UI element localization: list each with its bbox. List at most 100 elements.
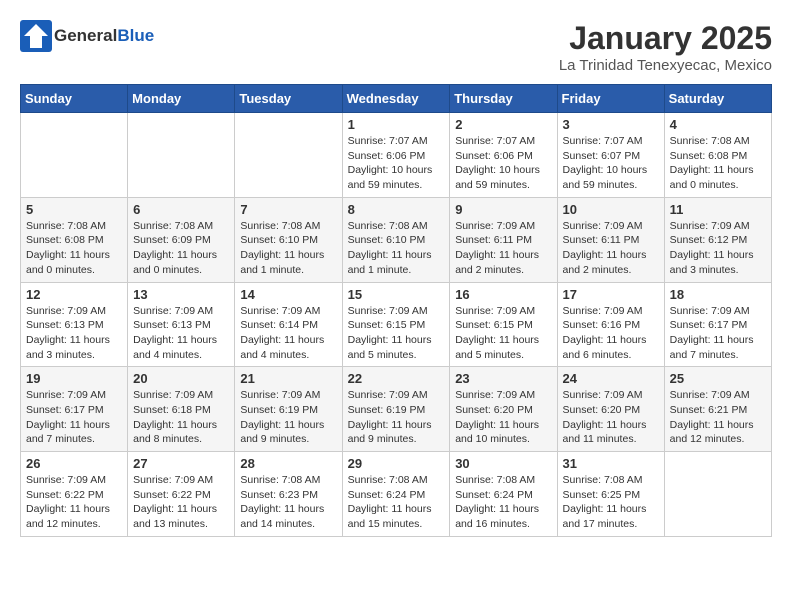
day-info: Sunrise: 7:07 AM Sunset: 6:06 PM Dayligh… [455, 134, 551, 193]
day-number: 21 [240, 371, 336, 386]
calendar-cell: 30 Sunrise: 7:08 AM Sunset: 6:24 PM Dayli… [450, 452, 557, 537]
day-number: 3 [563, 117, 659, 132]
day-info: Sunrise: 7:09 AM Sunset: 6:14 PM Dayligh… [240, 304, 336, 363]
day-number: 11 [670, 202, 766, 217]
weekday-header: Friday [557, 85, 664, 113]
day-info: Sunrise: 7:08 AM Sunset: 6:10 PM Dayligh… [240, 219, 336, 278]
calendar-week-row: 5 Sunrise: 7:08 AM Sunset: 6:08 PM Daylig… [21, 197, 772, 282]
calendar-cell: 12 Sunrise: 7:09 AM Sunset: 6:13 PM Dayli… [21, 282, 128, 367]
weekday-header: Thursday [450, 85, 557, 113]
calendar-cell [235, 113, 342, 198]
calendar-cell: 8Sunrise: 7:08 AM Sunset: 6:10 PM Daylig… [342, 197, 450, 282]
month-title: January 2025 [559, 20, 772, 57]
calendar-cell: 27 Sunrise: 7:09 AM Sunset: 6:22 PM Dayli… [128, 452, 235, 537]
day-info: Sunrise: 7:09 AM Sunset: 6:22 PM Dayligh… [133, 473, 229, 532]
day-info: Sunrise: 7:08 AM Sunset: 6:24 PM Dayligh… [455, 473, 551, 532]
calendar-week-row: 12 Sunrise: 7:09 AM Sunset: 6:13 PM Dayli… [21, 282, 772, 367]
day-info: Sunrise: 7:09 AM Sunset: 6:20 PM Dayligh… [455, 388, 551, 447]
calendar-cell: 18Sunrise: 7:09 AM Sunset: 6:17 PM Dayli… [664, 282, 771, 367]
day-info: Sunrise: 7:09 AM Sunset: 6:19 PM Dayligh… [240, 388, 336, 447]
day-number: 15 [348, 287, 445, 302]
calendar-cell: 26Sunrise: 7:09 AM Sunset: 6:22 PM Dayli… [21, 452, 128, 537]
day-info: Sunrise: 7:08 AM Sunset: 6:08 PM Dayligh… [26, 219, 122, 278]
day-info: Sunrise: 7:08 AM Sunset: 6:24 PM Dayligh… [348, 473, 445, 532]
day-number: 27 [133, 456, 229, 471]
day-info: Sunrise: 7:09 AM Sunset: 6:11 PM Dayligh… [455, 219, 551, 278]
logo-blue-text: Blue [117, 26, 154, 46]
day-number: 10 [563, 202, 659, 217]
calendar-cell: 11 Sunrise: 7:09 AM Sunset: 6:12 PM Dayli… [664, 197, 771, 282]
day-number: 4 [670, 117, 766, 132]
calendar-cell: 28Sunrise: 7:08 AM Sunset: 6:23 PM Dayli… [235, 452, 342, 537]
day-number: 8 [348, 202, 445, 217]
calendar-cell: 2 Sunrise: 7:07 AM Sunset: 6:06 PM Daylig… [450, 113, 557, 198]
calendar-cell: 25 Sunrise: 7:09 AM Sunset: 6:21 PM Dayli… [664, 367, 771, 452]
day-number: 29 [348, 456, 445, 471]
day-number: 31 [563, 456, 659, 471]
calendar-cell: 9Sunrise: 7:09 AM Sunset: 6:11 PM Daylig… [450, 197, 557, 282]
day-info: Sunrise: 7:09 AM Sunset: 6:20 PM Dayligh… [563, 388, 659, 447]
calendar-cell: 31 Sunrise: 7:08 AM Sunset: 6:25 PM Dayli… [557, 452, 664, 537]
calendar-cell: 10 Sunrise: 7:09 AM Sunset: 6:11 PM Dayli… [557, 197, 664, 282]
logo: General Blue [20, 20, 154, 52]
day-info: Sunrise: 7:09 AM Sunset: 6:17 PM Dayligh… [670, 304, 766, 363]
logo-icon [20, 20, 52, 52]
day-info: Sunrise: 7:09 AM Sunset: 6:18 PM Dayligh… [133, 388, 229, 447]
weekday-header: Monday [128, 85, 235, 113]
calendar-cell: 21 Sunrise: 7:09 AM Sunset: 6:19 PM Dayli… [235, 367, 342, 452]
day-number: 23 [455, 371, 551, 386]
day-number: 12 [26, 287, 122, 302]
title-section: January 2025 La Trinidad Tenexyecac, Mex… [559, 20, 772, 74]
day-number: 20 [133, 371, 229, 386]
day-number: 19 [26, 371, 122, 386]
calendar-cell: 15 Sunrise: 7:09 AM Sunset: 6:15 PM Dayli… [342, 282, 450, 367]
day-number: 1 [348, 117, 445, 132]
day-info: Sunrise: 7:09 AM Sunset: 6:17 PM Dayligh… [26, 388, 122, 447]
calendar-cell: 29 Sunrise: 7:08 AM Sunset: 6:24 PM Dayli… [342, 452, 450, 537]
day-info: Sunrise: 7:09 AM Sunset: 6:13 PM Dayligh… [133, 304, 229, 363]
day-info: Sunrise: 7:09 AM Sunset: 6:15 PM Dayligh… [455, 304, 551, 363]
day-info: Sunrise: 7:09 AM Sunset: 6:11 PM Dayligh… [563, 219, 659, 278]
day-info: Sunrise: 7:09 AM Sunset: 6:22 PM Dayligh… [26, 473, 122, 532]
day-info: Sunrise: 7:09 AM Sunset: 6:19 PM Dayligh… [348, 388, 445, 447]
calendar-header-row: SundayMondayTuesdayWednesdayThursdayFrid… [21, 85, 772, 113]
day-number: 16 [455, 287, 551, 302]
day-number: 25 [670, 371, 766, 386]
day-number: 24 [563, 371, 659, 386]
day-info: Sunrise: 7:08 AM Sunset: 6:09 PM Dayligh… [133, 219, 229, 278]
calendar-cell: 4Sunrise: 7:08 AM Sunset: 6:08 PM Daylig… [664, 113, 771, 198]
day-info: Sunrise: 7:09 AM Sunset: 6:21 PM Dayligh… [670, 388, 766, 447]
calendar-cell: 7 Sunrise: 7:08 AM Sunset: 6:10 PM Daylig… [235, 197, 342, 282]
day-info: Sunrise: 7:09 AM Sunset: 6:13 PM Dayligh… [26, 304, 122, 363]
day-info: Sunrise: 7:07 AM Sunset: 6:06 PM Dayligh… [348, 134, 445, 193]
day-info: Sunrise: 7:09 AM Sunset: 6:15 PM Dayligh… [348, 304, 445, 363]
calendar-cell: 5 Sunrise: 7:08 AM Sunset: 6:08 PM Daylig… [21, 197, 128, 282]
day-info: Sunrise: 7:08 AM Sunset: 6:25 PM Dayligh… [563, 473, 659, 532]
day-number: 30 [455, 456, 551, 471]
calendar-table: SundayMondayTuesdayWednesdayThursdayFrid… [20, 84, 772, 537]
calendar-cell: 1 Sunrise: 7:07 AM Sunset: 6:06 PM Daylig… [342, 113, 450, 198]
day-number: 28 [240, 456, 336, 471]
weekday-header: Saturday [664, 85, 771, 113]
day-number: 7 [240, 202, 336, 217]
day-number: 22 [348, 371, 445, 386]
day-number: 2 [455, 117, 551, 132]
calendar-cell: 17Sunrise: 7:09 AM Sunset: 6:16 PM Dayli… [557, 282, 664, 367]
day-number: 14 [240, 287, 336, 302]
weekday-header: Wednesday [342, 85, 450, 113]
calendar-week-row: 26Sunrise: 7:09 AM Sunset: 6:22 PM Dayli… [21, 452, 772, 537]
calendar-cell: 6 Sunrise: 7:08 AM Sunset: 6:09 PM Daylig… [128, 197, 235, 282]
day-info: Sunrise: 7:07 AM Sunset: 6:07 PM Dayligh… [563, 134, 659, 193]
location-title: La Trinidad Tenexyecac, Mexico [559, 57, 772, 74]
weekday-header: Tuesday [235, 85, 342, 113]
calendar-cell: 20 Sunrise: 7:09 AM Sunset: 6:18 PM Dayli… [128, 367, 235, 452]
calendar-cell: 13 Sunrise: 7:09 AM Sunset: 6:13 PM Dayli… [128, 282, 235, 367]
day-info: Sunrise: 7:09 AM Sunset: 6:12 PM Dayligh… [670, 219, 766, 278]
day-number: 5 [26, 202, 122, 217]
calendar-cell [128, 113, 235, 198]
calendar-cell [21, 113, 128, 198]
day-number: 13 [133, 287, 229, 302]
weekday-header: Sunday [21, 85, 128, 113]
day-number: 6 [133, 202, 229, 217]
calendar-week-row: 19 Sunrise: 7:09 AM Sunset: 6:17 PM Dayli… [21, 367, 772, 452]
